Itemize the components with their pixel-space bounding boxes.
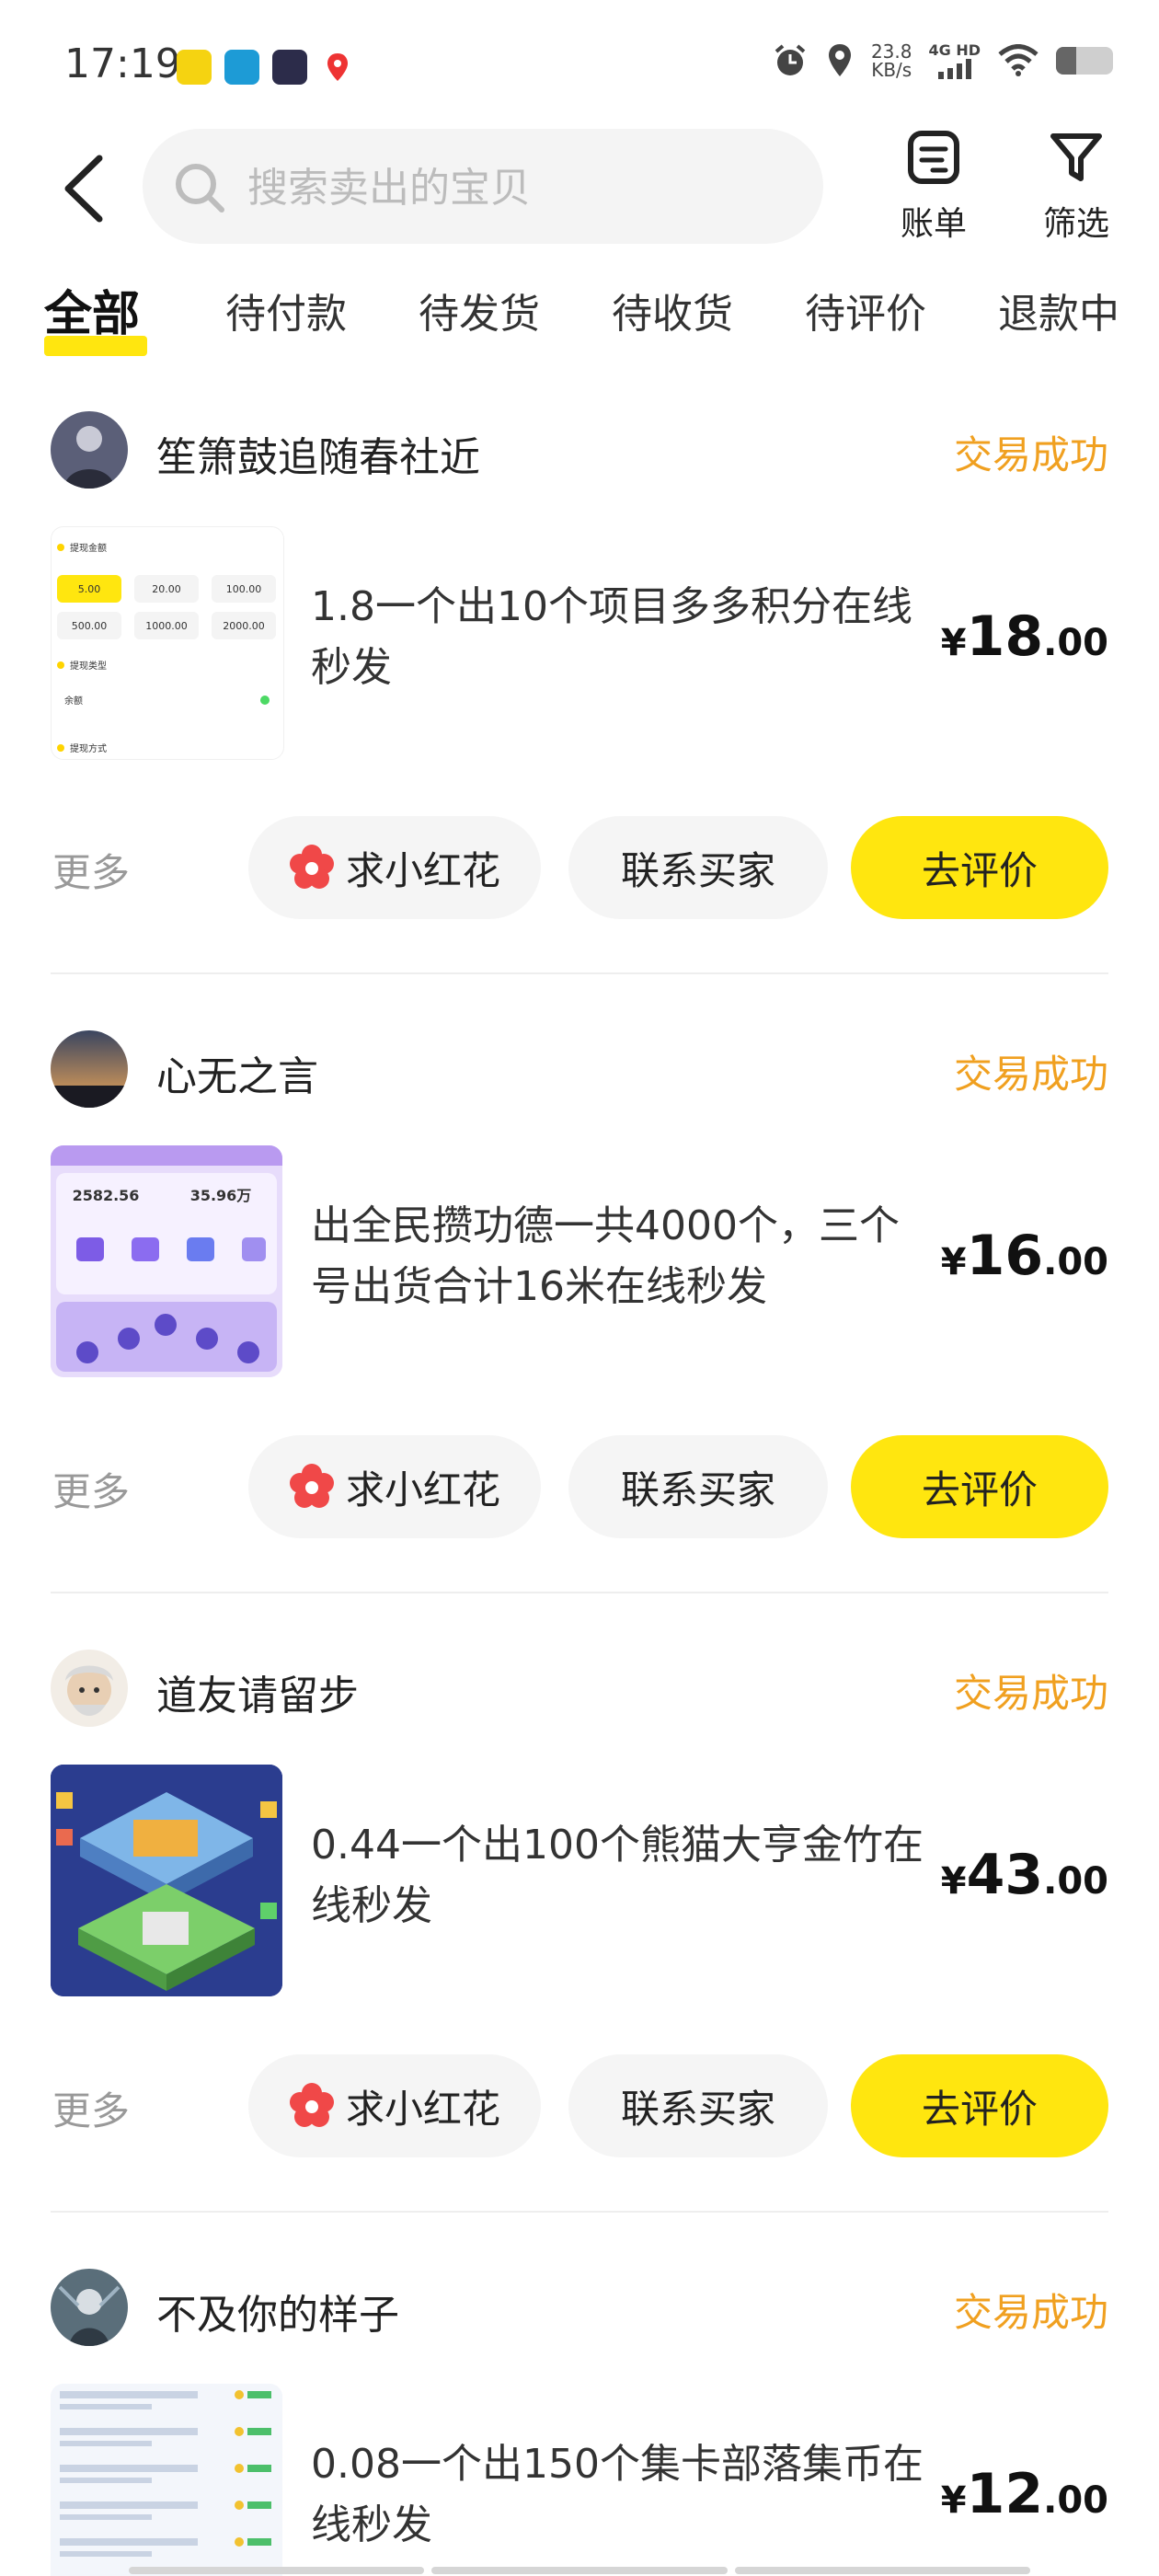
order-card: 心无之言 交易成功 2582.56 35.96万 出全民攒功德一共4000个，三… (0, 1030, 1159, 1650)
shop-name[interactable]: 心无之言 (156, 1043, 318, 1102)
svg-text:500.00: 500.00 (72, 620, 108, 632)
notification-icons (177, 50, 355, 85)
product-image: 提现金额 5.00 20.00 100.00 500.00 1000.00 20… (57, 542, 276, 754)
order-status: 交易成功 (953, 1052, 1108, 1097)
tab-pending-payment[interactable]: 待付款 (225, 281, 347, 339)
filter-label: 筛选 (1042, 205, 1109, 243)
svg-text:20.00: 20.00 (152, 583, 181, 595)
wifi-icon (998, 44, 1039, 76)
order-status: 交易成功 (953, 432, 1108, 477)
tab-pending-shipment[interactable]: 待发货 (419, 281, 540, 339)
flower-icon (289, 845, 334, 889)
svg-text:100.00: 100.00 (226, 583, 262, 595)
jingdong-icon (177, 50, 212, 85)
filter-icon (1050, 133, 1102, 181)
product-title[interactable]: 1.8一个出10个项目多多积分在线秒发 (311, 577, 929, 698)
status-time: 17:19 (64, 40, 181, 87)
bill-button[interactable]: 账单 (878, 129, 989, 248)
product-thumbnail[interactable]: 提现金额 5.00 20.00 100.00 500.00 1000.00 20… (51, 526, 284, 760)
system-icons: 23.8 KB/s 4G HD (772, 42, 1113, 79)
svg-text:提现金额: 提现金额 (70, 542, 107, 554)
battery-level (1056, 47, 1076, 75)
svg-text:2000.00: 2000.00 (223, 620, 265, 632)
avatar[interactable] (51, 1030, 128, 1108)
ask-flower-button[interactable]: 求小红花 (248, 2054, 541, 2157)
order-card: 不及你的样子 交易成功 0.08一个出150个集卡部落集币在线秒发 ¥12.00 (0, 2269, 1159, 2576)
review-button[interactable]: 去评价 (851, 816, 1108, 919)
chevron-left-icon (64, 155, 103, 223)
price: ¥43.00 (940, 1843, 1108, 1907)
tab-all[interactable]: 全部 (44, 275, 140, 344)
divider (51, 1592, 1108, 1593)
product-title[interactable]: 0.08一个出150个集卡部落集币在线秒发 (311, 2434, 929, 2556)
avatar[interactable] (51, 1650, 128, 1727)
back-button[interactable] (55, 147, 120, 230)
order-tabs: 全部 待付款 待发货 待收货 待评价 退款中 (0, 281, 1159, 373)
more-button[interactable]: 更多 (52, 842, 130, 898)
price: ¥16.00 (940, 1224, 1108, 1288)
filter-button[interactable]: 筛选 (1021, 129, 1131, 248)
divider (51, 2211, 1108, 2213)
contact-buyer-button[interactable]: 联系买家 (568, 2054, 828, 2157)
order-status: 交易成功 (953, 2290, 1108, 2335)
order-status: 交易成功 (953, 1671, 1108, 1716)
product-image (51, 2384, 282, 2576)
more-button[interactable]: 更多 (52, 1461, 130, 1517)
product-thumbnail[interactable] (51, 2384, 282, 2576)
svg-text:5.00: 5.00 (78, 583, 101, 595)
tab-pending-review[interactable]: 待评价 (805, 281, 926, 339)
product-title[interactable]: 出全民攒功德一共4000个，三个号出货合计16米在线秒发 (311, 1196, 929, 1317)
product-image: 2582.56 35.96万 (51, 1145, 282, 1377)
alarm-icon (775, 44, 806, 75)
scroll-indicator (129, 2567, 1030, 2574)
net-speed: 23.8 KB/s (870, 40, 912, 81)
review-button[interactable]: 去评价 (851, 2054, 1108, 2157)
tab-pending-receipt[interactable]: 待收货 (612, 281, 733, 339)
flower-icon (289, 1464, 334, 1508)
flower-icon (289, 2083, 334, 2127)
location-icon (828, 44, 851, 76)
shop-name[interactable]: 笙箫鼓追随春社近 (156, 424, 480, 483)
search-icon (176, 164, 224, 213)
order-card: 笙箫鼓追随春社近 交易成功 提现金额 5.00 20.00 100.00 500… (0, 411, 1159, 1030)
contact-buyer-button[interactable]: 联系买家 (568, 1435, 828, 1538)
svg-text:1000.00: 1000.00 (145, 620, 188, 632)
price: ¥18.00 (940, 604, 1108, 669)
avatar[interactable] (51, 2269, 128, 2346)
review-button[interactable]: 去评价 (851, 1435, 1108, 1538)
ask-flower-button[interactable]: 求小红花 (248, 1435, 541, 1538)
map-pin-icon (320, 50, 355, 85)
product-title[interactable]: 0.44一个出100个熊猫大亨金竹在线秒发 (311, 1815, 929, 1937)
battery-icon (1056, 47, 1113, 75)
status-bar: 17:19 23.8 KB/s 4G HD (0, 0, 1159, 138)
price: ¥12.00 (940, 2462, 1108, 2526)
svg-text:提现方式: 提现方式 (70, 742, 107, 754)
contact-buyer-button[interactable]: 联系买家 (568, 816, 828, 919)
svg-text:余额: 余额 (64, 695, 83, 707)
svg-text:35.96万: 35.96万 (190, 1187, 252, 1204)
svg-text:提现类型: 提现类型 (70, 660, 107, 672)
product-thumbnail[interactable]: 2582.56 35.96万 (51, 1145, 282, 1377)
avatar[interactable] (51, 411, 128, 489)
search-bar[interactable] (143, 129, 823, 244)
product-thumbnail[interactable] (51, 1765, 282, 1996)
divider (51, 972, 1108, 974)
video-app-icon (272, 50, 307, 85)
svg-text:2582.56: 2582.56 (73, 1187, 140, 1204)
shop-name[interactable]: 道友请留步 (156, 1662, 359, 1721)
signal-icon (937, 59, 971, 79)
shop-name[interactable]: 不及你的样子 (156, 2282, 399, 2340)
ask-flower-button[interactable]: 求小红花 (248, 816, 541, 919)
bill-icon (908, 131, 959, 184)
tab-refunding[interactable]: 退款中 (998, 281, 1119, 339)
search-input[interactable] (246, 155, 801, 221)
more-button[interactable]: 更多 (52, 2080, 130, 2136)
order-card: 道友请留步 交易成功 0.44一个出100个熊猫大亨金竹在线秒发 ¥43.00 … (0, 1650, 1159, 2269)
bill-label: 账单 (900, 205, 967, 243)
alipay-icon (224, 50, 259, 85)
network-type: 4G HD (928, 42, 981, 79)
product-image (51, 1765, 282, 1996)
